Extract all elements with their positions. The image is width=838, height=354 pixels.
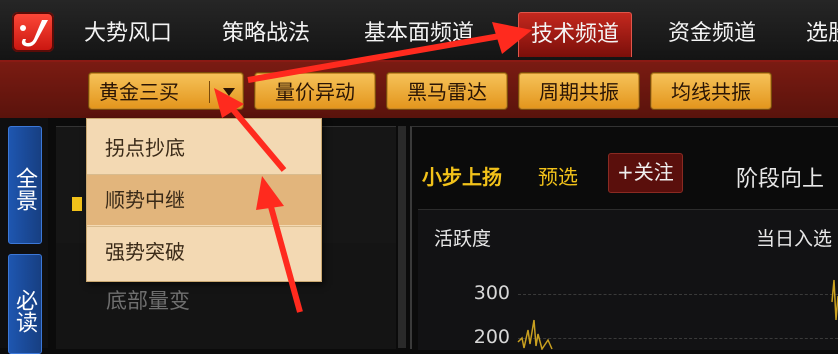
strategy-dropdown-menu: 拐点抄底 顺势中继 强势突破 [86,118,322,282]
left-sidebar: 全景 必读 [0,118,48,354]
dropdown-item-strong-breakout[interactable]: 强势突破 [87,227,321,277]
dropdown-separator [209,81,210,103]
list-selection-marker [72,197,82,211]
stage-status-text: 阶段向上 [736,167,825,192]
volume-price-button[interactable]: 量价异动 [254,72,376,110]
nav-item-capital[interactable]: 资金频道 [668,16,756,52]
channel-toolbar: 黄金三买 量价异动 黑马雷达 周期共振 均线共振 [0,62,838,118]
dropdown-item-trend-relay[interactable]: 顺势中继 [87,175,321,225]
cycle-resonance-button[interactable]: 周期共振 [518,72,640,110]
list-item-bottom-volume[interactable]: 底部量变 [106,285,190,315]
strategy-dropdown-label: 黄金三买 [99,80,179,104]
nav-item-technical[interactable]: 技术频道 [518,12,633,57]
strategy-detail-panel: 小步上扬 预选 +关注 阶段向上 活跃度 当日入选 300 200 [410,126,838,350]
top-navigation-bar: 大势风口 策略战法 基本面频道 技术频道 资金频道 选股 [0,0,838,62]
app-logo[interactable] [12,12,54,52]
preselect-link[interactable]: 预选 [538,161,578,190]
nav-item-strategy[interactable]: 策略战法 [222,16,310,52]
chevron-down-icon[interactable] [223,88,235,96]
sidebar-tab-must-read[interactable]: 必读 [8,254,42,354]
follow-button[interactable]: +关注 [608,153,683,193]
strategy-dropdown-button[interactable]: 黄金三买 [88,72,244,110]
activity-line-trace [517,279,838,350]
nav-item-stock-picking[interactable]: 选股 [806,16,838,52]
sidebar-tab-overview[interactable]: 全景 [8,126,42,244]
ma-resonance-button[interactable]: 均线共振 [650,72,772,110]
nav-item-market-trend[interactable]: 大势风口 [84,16,172,52]
nav-item-fundamentals[interactable]: 基本面频道 [364,16,474,52]
strategy-title: 小步上扬 [422,165,502,189]
dark-horse-radar-button[interactable]: 黑马雷达 [386,72,508,110]
dropdown-item-inflection-bottom[interactable]: 拐点抄底 [87,123,321,173]
list-scrollbar[interactable] [398,126,406,348]
logo-swoosh-icon [20,20,48,47]
activity-chart: 活跃度 当日入选 300 200 [418,209,838,350]
